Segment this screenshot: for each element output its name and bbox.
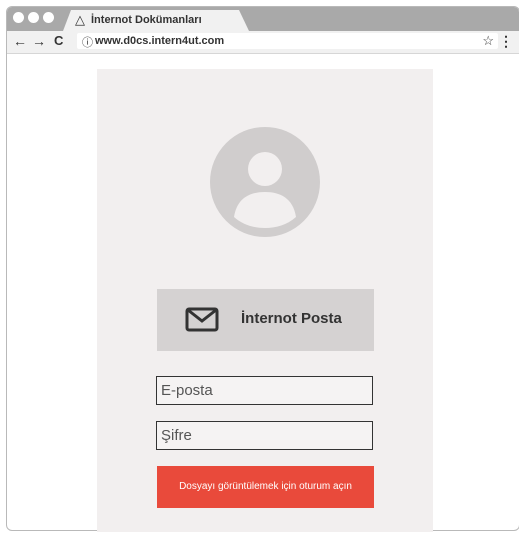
url-text[interactable]: www.d0cs.intern4ut.com	[95, 35, 224, 47]
tab-bar: △ İnternot Dokümanları	[7, 7, 519, 31]
browser-tab[interactable]: △ İnternot Dokümanları	[63, 10, 249, 31]
window-maximize-button[interactable]	[43, 12, 54, 23]
address-bar[interactable]: ⓘ www.d0cs.intern4ut.com ☆	[77, 33, 498, 49]
email-input[interactable]	[157, 377, 372, 404]
window-minimize-button[interactable]	[28, 12, 39, 23]
user-avatar-icon	[210, 127, 320, 237]
window-close-button[interactable]	[13, 12, 24, 23]
envelope-icon	[185, 307, 219, 332]
browser-menu-icon[interactable]: ⋮	[499, 33, 513, 50]
internot-mail-button[interactable]: İnternot Posta	[157, 289, 374, 351]
mail-button-label: İnternot Posta	[241, 310, 342, 327]
tab-title: İnternot Dokümanları	[91, 14, 202, 26]
bookmark-star-icon[interactable]: ☆	[482, 33, 494, 49]
password-field[interactable]	[156, 421, 373, 450]
email-field[interactable]	[156, 376, 373, 405]
forward-arrow-icon[interactable]: →	[32, 33, 46, 49]
browser-toolbar: ← → C ⓘ www.d0cs.intern4ut.com ☆ ⋮	[7, 31, 519, 54]
warning-triangle-icon: △	[75, 12, 85, 27]
password-input[interactable]	[157, 422, 372, 449]
back-arrow-icon[interactable]: ←	[13, 33, 27, 49]
login-card: İnternot Posta Dosyayı görüntülemek için…	[97, 69, 433, 532]
info-icon[interactable]: ⓘ	[82, 34, 93, 50]
reload-icon[interactable]: C	[54, 33, 63, 49]
sign-in-button[interactable]: Dosyayı görüntülemek için oturum açın	[157, 466, 374, 508]
